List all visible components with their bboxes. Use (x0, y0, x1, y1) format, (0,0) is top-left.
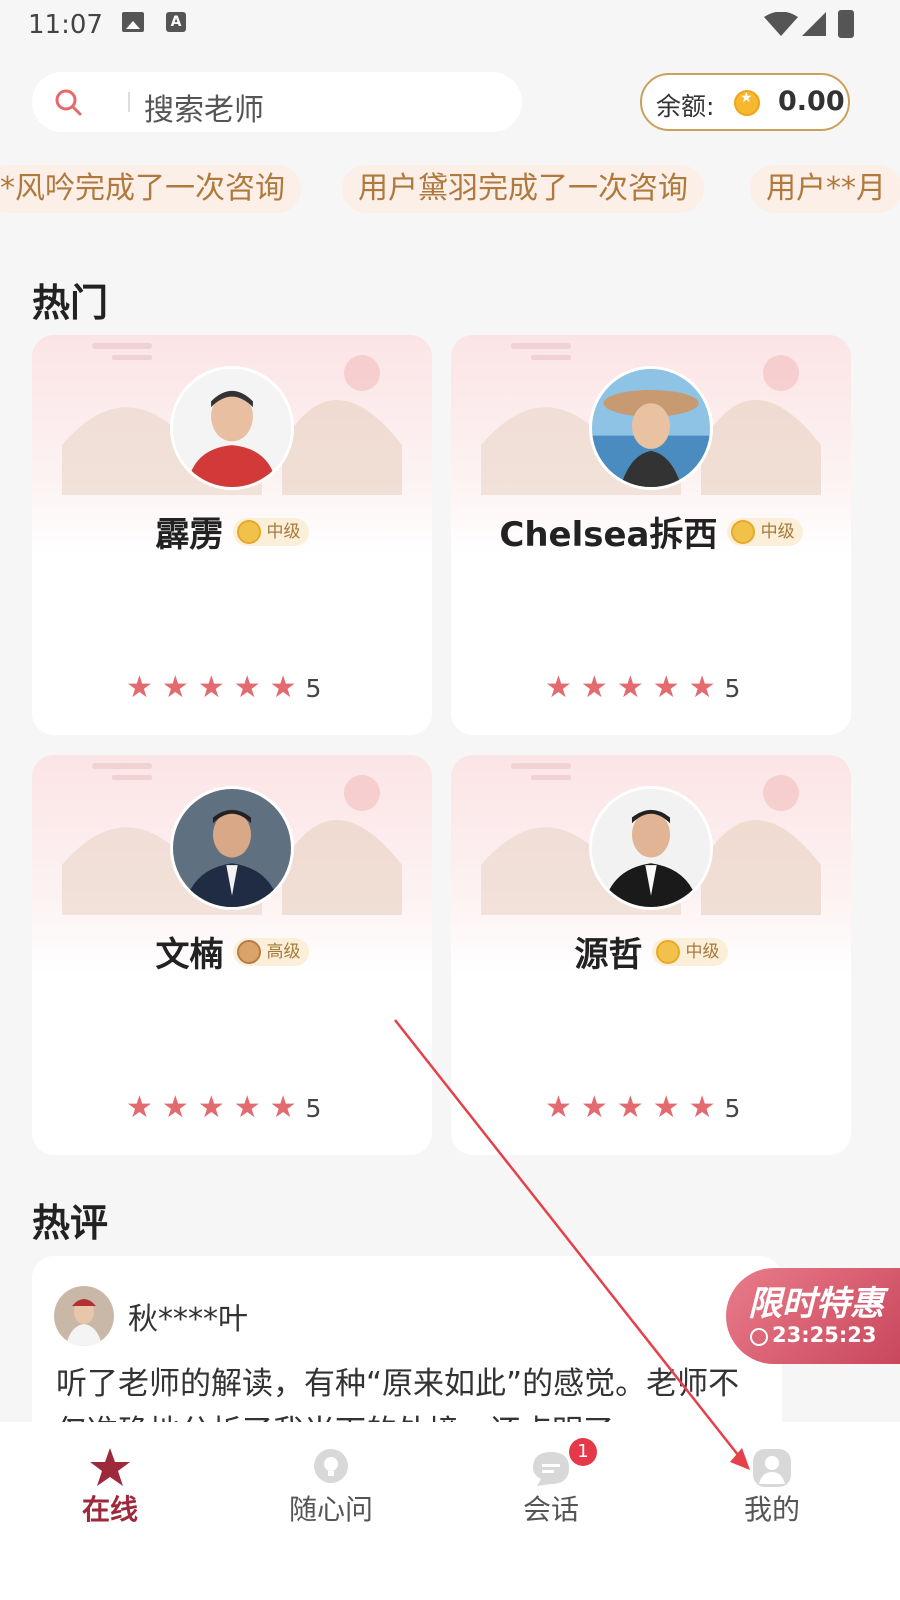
nav-label: 在线 (81, 1493, 138, 1526)
rating-value: 5 (724, 673, 741, 703)
star-icon: ★ (197, 1090, 225, 1125)
limited-offer-button[interactable]: 限时特惠 23:25:23 (726, 1268, 900, 1364)
teacher-card[interactable]: 源哲 中级 ★ ★ ★ ★ ★ 5 (451, 755, 851, 1155)
star-icon: ★ (688, 670, 716, 705)
nav-label: 随心问 (288, 1493, 373, 1526)
star-icon: ★ (545, 670, 572, 705)
status-time: 11:07 (28, 10, 103, 40)
teacher-name-row: 源哲 中级 (451, 927, 851, 975)
teacher-avatar (589, 366, 713, 490)
star-icon: ★ (580, 1090, 608, 1125)
rating-value: 5 (305, 673, 322, 703)
teacher-name-row: 文楠 高级 (32, 927, 432, 975)
promo-title: 限时特惠 (748, 1284, 884, 1324)
star-icon: ★ (580, 670, 608, 705)
teacher-avatar (170, 786, 294, 910)
star-icon: ★ (269, 1090, 297, 1125)
ticker-item: 用户**月 (750, 165, 900, 213)
level-label: 中级 (760, 521, 795, 542)
teacher-name: 源哲 (574, 935, 643, 975)
search-placeholder: 搜索老师 (144, 93, 264, 128)
lightbulb-icon (314, 1449, 348, 1483)
clock-icon (750, 1328, 768, 1346)
star-icon (90, 1448, 130, 1486)
rating-value: 5 (724, 1093, 741, 1123)
reviewer-name: 秋****叶 (128, 1302, 248, 1337)
star-icon: ★ (126, 670, 153, 705)
search-input[interactable]: 搜索老师 (32, 72, 522, 132)
battery-icon (838, 10, 854, 38)
nav-tab-online[interactable]: 在线 (0, 1422, 225, 1542)
level-label: 中级 (685, 941, 720, 962)
nav-tab-ask[interactable]: 随心问 (221, 1422, 446, 1542)
star-icon: ★ (126, 1090, 153, 1125)
balance-value: 0.00 (778, 86, 845, 117)
ticker-item: 用户黛羽完成了一次咨询 (342, 165, 704, 213)
teacher-card[interactable]: 文楠 高级 ★ ★ ★ ★ ★ 5 (32, 755, 432, 1155)
search-divider (128, 92, 130, 112)
image-notification-icon (122, 12, 144, 32)
star-icon: ★ (616, 670, 644, 705)
chat-icon (533, 1452, 569, 1486)
teacher-name: 文楠 (155, 935, 224, 975)
star-icon: ★ (545, 1090, 572, 1125)
level-badge: 中级 (726, 517, 803, 546)
nav-tab-profile[interactable]: 我的 (662, 1422, 887, 1542)
rating-stars: ★ ★ ★ ★ ★ 5 (545, 673, 740, 703)
promo-countdown: 23:25:23 (772, 1323, 877, 1347)
bottom-nav: 在线 随心问 1 会话 我的 (0, 1422, 900, 1600)
level-badge: 中级 (232, 517, 309, 546)
teacher-name-row: 霹雳 中级 (32, 507, 432, 555)
a-notification-icon: A (166, 12, 186, 32)
level-label: 中级 (266, 521, 301, 542)
star-icon: ★ (197, 670, 225, 705)
rating-stars: ★ ★ ★ ★ ★ 5 (126, 673, 321, 703)
star-icon: ★ (233, 670, 261, 705)
ticker-item: *风吟完成了一次咨询 (0, 165, 301, 213)
star-icon: ★ (161, 1090, 189, 1125)
nav-label: 我的 (743, 1493, 800, 1526)
nav-tab-chat[interactable]: 1 会话 (441, 1422, 666, 1542)
balance-label: 余额: (656, 92, 715, 121)
rating-value: 5 (305, 1093, 322, 1123)
coin-icon (734, 90, 760, 116)
nav-label: 会话 (522, 1493, 579, 1526)
level-icon (236, 939, 261, 964)
star-icon: ★ (616, 1090, 644, 1125)
activity-ticker: *风吟完成了一次咨询 用户黛羽完成了一次咨询 用户**月 (0, 165, 900, 213)
hot-section-title: 热门 (32, 281, 109, 325)
wifi-icon (764, 12, 798, 36)
status-bar: 11:07 A (0, 0, 900, 50)
rating-stars: ★ ★ ★ ★ ★ 5 (126, 1093, 321, 1123)
level-icon (655, 939, 680, 964)
level-badge: 中级 (651, 937, 728, 966)
level-icon (730, 519, 755, 544)
teacher-name: 霹雳 (155, 515, 224, 555)
level-icon (236, 519, 261, 544)
teacher-name-row: Chelsea拆西 中级 (451, 507, 851, 555)
search-icon (55, 89, 82, 116)
star-icon: ★ (652, 670, 680, 705)
signal-icon (802, 12, 826, 36)
level-label: 高级 (266, 941, 301, 962)
teacher-name: Chelsea拆西 (499, 515, 718, 555)
rating-stars: ★ ★ ★ ★ ★ 5 (545, 1093, 740, 1123)
level-badge: 高级 (232, 937, 309, 966)
teacher-avatar (589, 786, 713, 910)
teacher-card[interactable]: 霹雳 中级 ★ ★ ★ ★ ★ 5 (32, 335, 432, 735)
star-icon: ★ (688, 1090, 716, 1125)
reviewer-avatar (54, 1286, 114, 1346)
star-icon: ★ (233, 1090, 261, 1125)
star-icon: ★ (652, 1090, 680, 1125)
profile-icon (753, 1449, 791, 1487)
teacher-avatar (170, 366, 294, 490)
balance-button[interactable]: 余额: 0.00 (640, 73, 850, 131)
reviews-section-title: 热评 (32, 1201, 109, 1245)
teacher-card[interactable]: Chelsea拆西 中级 ★ ★ ★ ★ ★ 5 (451, 335, 851, 735)
star-icon: ★ (269, 670, 297, 705)
star-icon: ★ (161, 670, 189, 705)
unread-badge: 1 (569, 1438, 597, 1466)
